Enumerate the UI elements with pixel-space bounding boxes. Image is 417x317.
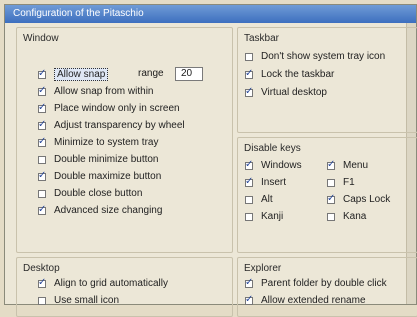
checkbox-parent-folder-by-double-click[interactable]: Parent folder by double click (245, 277, 387, 290)
checkbox-place-window-only-in-screen[interactable]: Place window only in screen (38, 102, 180, 115)
checkbox-box[interactable] (38, 189, 46, 198)
checkbox-box[interactable] (245, 212, 253, 221)
checkbox-allow-extended-rename[interactable]: Allow extended rename (245, 294, 366, 307)
checkbox-box[interactable] (38, 119, 46, 130)
checkbox-label: Caps Lock (343, 194, 391, 205)
checkbox-lock-the-taskbar[interactable]: Lock the taskbar (245, 68, 334, 81)
checkbox-use-small-icon[interactable]: Use small icon (38, 294, 119, 307)
checkbox-caps-lock[interactable]: Caps Lock (327, 193, 390, 206)
checkbox-label: Kanji (261, 211, 284, 222)
checkbox-kana[interactable]: Kana (327, 210, 366, 223)
checkbox-f1[interactable]: F1 (327, 176, 355, 189)
checkbox-label: Double close button (54, 188, 143, 199)
checkbox-double-maximize-button[interactable]: Double maximize button (38, 170, 161, 183)
checkbox-alt[interactable]: Alt (245, 193, 273, 206)
group-taskbar-title: Taskbar (244, 33, 280, 44)
checkbox-label: Lock the taskbar (261, 69, 335, 80)
checkbox-label: Allow snap from within (54, 86, 154, 97)
checkbox-box[interactable] (327, 212, 335, 221)
checkbox-insert[interactable]: Insert (245, 176, 286, 189)
checkbox-minimize-to-system-tray[interactable]: Minimize to system tray (38, 136, 158, 149)
snap-range-input[interactable]: 20 (175, 67, 203, 81)
checkbox-adjust-transparency-by-wheel[interactable]: Adjust transparency by wheel (38, 119, 185, 132)
group-explorer-title: Explorer (244, 263, 282, 274)
checkbox-box[interactable] (38, 204, 46, 215)
checkbox-label: Parent folder by double click (261, 278, 387, 289)
checkbox-allow-snap-from-within[interactable]: Allow snap from within (38, 85, 153, 98)
checkbox-label: Align to grid automatically (54, 278, 168, 289)
checkbox-box[interactable] (38, 136, 46, 147)
checkbox-label: Virtual desktop (261, 87, 327, 98)
checkbox-label: Alt (261, 194, 273, 205)
checkbox-label: Use small icon (54, 295, 120, 306)
config-window: Configuration of the Pitaschio Window ra… (4, 4, 417, 317)
checkbox-box[interactable] (245, 159, 253, 170)
checkbox-double-minimize-button[interactable]: Double minimize button (38, 153, 159, 166)
checkbox-box[interactable] (38, 85, 46, 96)
checkbox-label: F1 (343, 177, 355, 188)
checkbox-label: Minimize to system tray (54, 137, 159, 148)
checkbox-box[interactable] (38, 102, 46, 113)
checkbox-box[interactable] (245, 52, 253, 61)
group-window-title: Window (23, 33, 59, 44)
checkbox-label: Adjust transparency by wheel (54, 120, 185, 131)
window-title: Configuration of the Pitaschio (5, 5, 416, 23)
checkbox-label: Menu (343, 160, 369, 171)
checkbox-label: Windows (261, 160, 302, 171)
checkbox-box[interactable] (38, 296, 46, 305)
checkbox-box[interactable] (327, 193, 335, 204)
checkbox-label: Don't show system tray icon (261, 51, 386, 62)
checkbox-label: Place window only in screen (54, 103, 180, 114)
checkbox-box[interactable] (38, 155, 46, 164)
checkbox-kanji[interactable]: Kanji (245, 210, 283, 223)
checkbox-box[interactable] (245, 294, 253, 305)
checkbox-box[interactable] (38, 277, 46, 288)
group-desktop-title: Desktop (23, 263, 60, 274)
checkbox-label: Advanced size changing (54, 205, 163, 216)
checkbox-box[interactable] (245, 68, 253, 79)
checkbox-box[interactable] (245, 277, 253, 288)
checkbox-double-close-button[interactable]: Double close button (38, 187, 142, 200)
checkbox-box[interactable] (327, 178, 335, 187)
checkbox-windows[interactable]: Windows (245, 159, 302, 172)
group-disable-keys-title: Disable keys (244, 143, 301, 154)
checkbox-align-to-grid-automatically[interactable]: Align to grid automatically (38, 277, 168, 290)
checkbox-allow-snap[interactable]: Allow snap (38, 68, 109, 81)
checkbox-box[interactable] (38, 68, 46, 79)
checkbox-box[interactable] (245, 176, 253, 187)
checkbox-box[interactable] (327, 159, 335, 170)
checkbox-box[interactable] (38, 170, 46, 181)
checkbox-box[interactable] (245, 195, 253, 204)
checkbox-label: Allow extended rename (261, 295, 366, 306)
range-label: range (138, 68, 164, 79)
checkbox-virtual-desktop[interactable]: Virtual desktop (245, 86, 327, 99)
checkbox-label: Double minimize button (54, 154, 159, 165)
checkbox-advanced-size-changing[interactable]: Advanced size changing (38, 204, 162, 217)
checkbox-box[interactable] (245, 86, 253, 97)
checkbox-label: Kana (343, 211, 367, 222)
checkbox-label: Double maximize button (54, 171, 162, 182)
checkbox-label: Allow snap (54, 68, 109, 81)
checkbox-label: Insert (261, 177, 287, 188)
checkbox-menu[interactable]: Menu (327, 159, 368, 172)
checkbox-don-t-show-system-tray-icon[interactable]: Don't show system tray icon (245, 50, 385, 63)
